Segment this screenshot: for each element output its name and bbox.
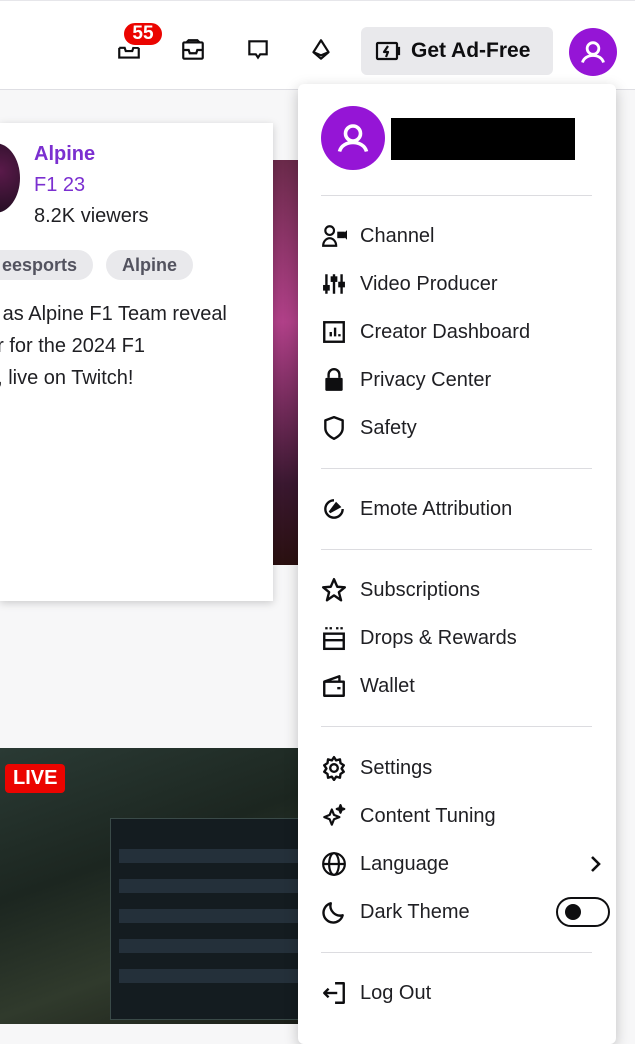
menu-item-label: Dark Theme: [360, 900, 470, 923]
get-ad-free-button[interactable]: Get Ad-Free: [361, 27, 553, 75]
menu-avatar: [321, 106, 385, 170]
redacted-username: [391, 118, 575, 160]
menu-item-label: Subscriptions: [360, 578, 481, 601]
user-avatar-button[interactable]: [569, 28, 617, 76]
menu-item-label: Settings: [360, 756, 433, 779]
video-producer-icon: [318, 268, 350, 300]
menu-item-privacy-center[interactable]: Privacy Center: [318, 360, 596, 400]
divider: [321, 468, 592, 469]
viewer-count: 8.2K viewers: [34, 205, 149, 227]
menu-item-settings[interactable]: Settings: [318, 748, 596, 788]
log-out-icon: [318, 977, 350, 1009]
toggle-knob: [565, 904, 581, 920]
dark-theme-toggle[interactable]: [556, 897, 610, 927]
bits-icon[interactable]: [306, 35, 336, 65]
menu-item-label: Emote Attribution: [360, 497, 513, 520]
menu-item-log-out[interactable]: Log Out: [318, 973, 596, 1013]
inbox-icon[interactable]: [178, 35, 208, 65]
moon-icon: [318, 896, 350, 928]
user-icon: [581, 41, 605, 63]
globe-icon: [318, 848, 350, 880]
menu-item-language[interactable]: Language: [318, 844, 601, 884]
menu-item-label: Creator Dashboard: [360, 320, 531, 343]
description-line: n, live on Twitch!: [0, 367, 134, 389]
whispers-icon[interactable]: [243, 35, 273, 65]
menu-item-subscriptions[interactable]: Subscriptions: [318, 570, 596, 610]
menu-item-emote-attribution[interactable]: Emote Attribution: [318, 489, 596, 529]
lock-icon: [318, 364, 350, 396]
notifications-badge: 55: [122, 21, 164, 47]
chevron-right-icon: [591, 856, 601, 872]
drops-icon: [318, 622, 350, 654]
game-link[interactable]: F1 23: [34, 174, 85, 197]
channel-icon: [318, 220, 350, 252]
stream-description: n as Alpine F1 Team reveal ar for the 20…: [0, 298, 276, 394]
menu-item-creator-dashboard[interactable]: Creator Dashboard: [318, 312, 596, 352]
tag-esports[interactable]: eesports: [0, 250, 94, 280]
wallet-icon: [318, 670, 350, 702]
menu-item-label: Video Producer: [360, 272, 498, 295]
divider: [321, 195, 592, 196]
user-menu-dropdown: Channel Video Producer Creator Dashboard…: [298, 84, 616, 1044]
menu-item-label: Content Tuning: [360, 804, 496, 827]
divider: [321, 549, 592, 550]
menu-item-drops-rewards[interactable]: Drops & Rewards: [318, 618, 596, 658]
gear-icon: [318, 752, 350, 784]
user-icon: [337, 124, 369, 153]
menu-item-video-producer[interactable]: Video Producer: [318, 264, 596, 304]
dashboard-icon: [318, 316, 350, 348]
menu-item-label: Wallet: [360, 674, 415, 697]
menu-item-label: Privacy Center: [360, 368, 492, 391]
menu-item-label: Channel: [360, 224, 435, 247]
sparkle-icon: [318, 800, 350, 832]
menu-item-safety[interactable]: Safety: [318, 408, 596, 448]
divider: [321, 952, 592, 953]
description-line: ar for the 2024 F1: [0, 335, 145, 357]
star-icon: [318, 574, 350, 606]
menu-item-wallet[interactable]: Wallet: [318, 666, 596, 706]
description-line: n as Alpine F1 Team reveal: [0, 303, 227, 325]
menu-item-content-tuning[interactable]: Content Tuning: [318, 796, 596, 836]
channel-name[interactable]: Alpine: [34, 143, 95, 166]
get-ad-free-label: Get Ad-Free: [411, 39, 531, 62]
game-scoreboard-image: [110, 818, 300, 1020]
channel-avatar[interactable]: [0, 143, 20, 213]
menu-item-label: Safety: [360, 416, 417, 439]
stream-preview-card[interactable]: Alpine F1 23 8.2K viewers eesports Alpin…: [0, 123, 273, 601]
divider: [321, 726, 592, 727]
menu-item-dark-theme[interactable]: Dark Theme: [318, 892, 610, 932]
menu-item-label: Language: [360, 852, 449, 875]
live-badge: LIVE: [5, 764, 66, 793]
ad-free-icon: [375, 41, 401, 61]
shield-icon: [318, 412, 350, 444]
log-out-label: Log Out: [360, 981, 432, 1004]
tag-alpine[interactable]: Alpine: [106, 250, 194, 280]
top-nav-bar: 55 Get Ad-Free: [0, 0, 635, 90]
menu-item-label: Drops & Rewards: [360, 626, 517, 649]
menu-item-channel[interactable]: Channel: [318, 216, 596, 256]
emote-attribution-icon: [318, 493, 350, 525]
